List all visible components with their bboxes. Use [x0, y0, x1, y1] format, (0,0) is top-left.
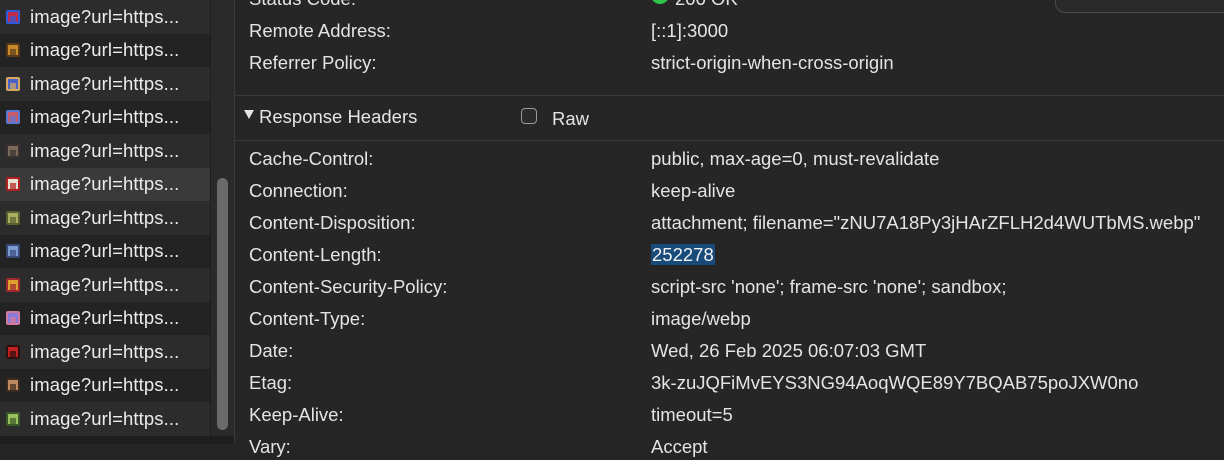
image-thumbnail-icon — [6, 210, 20, 225]
request-name: image?url=https... — [30, 5, 180, 27]
request-list-item[interactable]: image?url=https... — [0, 100, 210, 134]
request-name: image?url=https... — [30, 173, 180, 195]
popover-edge — [1055, 0, 1224, 13]
image-thumbnail-icon — [6, 244, 20, 259]
request-list-scrollbar[interactable] — [210, 0, 235, 436]
request-name: image?url=https... — [30, 106, 180, 128]
image-thumbnail-icon — [6, 9, 20, 24]
request-list-item[interactable]: image?url=https... — [0, 368, 210, 402]
header-value[interactable]: public, max-age=0, must-revalidate — [651, 148, 939, 170]
header-name: Content-Type: — [249, 308, 366, 329]
status-code-label: Status Code: — [249, 0, 356, 10]
image-thumbnail-icon — [6, 110, 20, 125]
header-value[interactable]: script-src 'none'; frame-src 'none'; san… — [651, 276, 1007, 298]
image-thumbnail-icon — [6, 344, 20, 359]
header-name: Keep-Alive: — [249, 404, 344, 425]
request-list-item[interactable]: image?url=https... — [0, 301, 210, 335]
image-thumbnail-icon — [6, 43, 20, 58]
header-name: Connection: — [249, 180, 348, 201]
image-thumbnail-icon — [6, 177, 20, 192]
request-name: image?url=https... — [30, 72, 180, 94]
header-value[interactable]: image/webp — [651, 308, 751, 330]
raw-checkbox-label[interactable]: Raw — [552, 108, 589, 130]
section-divider — [235, 140, 1224, 141]
header-name: Content-Disposition: — [249, 212, 416, 233]
header-value[interactable]: Wed, 26 Feb 2025 06:07:03 GMT — [651, 340, 926, 362]
header-name: Etag: — [249, 372, 293, 393]
header-value[interactable]: Accept — [651, 436, 708, 458]
request-name: image?url=https... — [30, 139, 180, 161]
selected-text[interactable]: 252278 — [651, 244, 715, 265]
request-list-item[interactable]: image?url=https... — [0, 134, 210, 168]
response-headers-section-header[interactable]: Response Headers Raw — [235, 96, 1224, 140]
image-thumbnail-icon — [6, 311, 20, 326]
request-name: image?url=https... — [30, 340, 180, 362]
request-name: image?url=https... — [30, 240, 180, 262]
header-name: Cache-Control: — [249, 148, 374, 169]
request-name: image?url=https... — [30, 273, 180, 295]
request-name: image?url=https... — [30, 407, 180, 429]
referrer-policy-value: strict-origin-when-cross-origin — [651, 52, 894, 73]
image-thumbnail-icon — [6, 277, 20, 292]
response-headers-title[interactable]: Response Headers — [259, 106, 417, 128]
header-name: Content-Length: — [249, 244, 382, 265]
header-value[interactable]: timeout=5 — [651, 404, 733, 426]
request-list-item[interactable]: image?url=https... — [0, 335, 210, 369]
request-list-item[interactable]: image?url=https... — [0, 268, 210, 302]
request-list-item[interactable]: image?url=https... — [0, 33, 210, 67]
remote-address-label: Remote Address: — [249, 20, 391, 41]
request-list-item[interactable]: image?url=https... — [0, 234, 210, 268]
status-code-value: 200 OK — [675, 0, 738, 10]
header-value[interactable]: 3k-zuJQFiMvEYS3NG94AoqWQE89Y7BQAB75poJXW… — [651, 372, 1138, 394]
request-list-footer — [0, 436, 234, 444]
header-name: Vary: — [249, 436, 291, 457]
remote-address-value: [::1]:3000 — [651, 20, 729, 41]
request-name: image?url=https... — [30, 307, 180, 329]
header-name: Content-Security-Policy: — [249, 276, 448, 297]
request-list-item[interactable]: image?url=https... — [0, 67, 210, 101]
image-thumbnail-icon — [6, 143, 20, 158]
request-name: image?url=https... — [30, 206, 180, 228]
image-thumbnail-icon — [6, 378, 20, 393]
request-list-item[interactable]: image?url=https... — [0, 402, 210, 436]
request-name: image?url=https... — [30, 39, 180, 61]
header-value[interactable]: attachment; filename="zNU7A18Py3jHArZFLH… — [651, 212, 1200, 234]
header-value[interactable]: 252278 — [651, 244, 715, 266]
request-name: image?url=https... — [30, 374, 180, 396]
scrollbar-thumb[interactable] — [217, 178, 228, 430]
image-thumbnail-icon — [6, 411, 20, 426]
header-value[interactable]: keep-alive — [651, 180, 735, 202]
referrer-policy-label: Referrer Policy: — [249, 52, 377, 73]
raw-checkbox[interactable] — [521, 108, 537, 124]
request-list: image?url=https... image?url=https... imag… — [0, 0, 210, 436]
disclosure-triangle-icon[interactable] — [244, 110, 254, 119]
request-list-item[interactable]: image?url=https... — [0, 167, 210, 201]
request-details-pane: Status Code: 200 OK Remote Address: [::1… — [234, 0, 1224, 457]
request-list-item[interactable]: image?url=https... — [0, 0, 210, 34]
request-list-item[interactable]: image?url=https... — [0, 201, 210, 235]
header-name: Date: — [249, 340, 294, 361]
status-ok-icon — [651, 0, 669, 4]
image-thumbnail-icon — [6, 76, 20, 91]
